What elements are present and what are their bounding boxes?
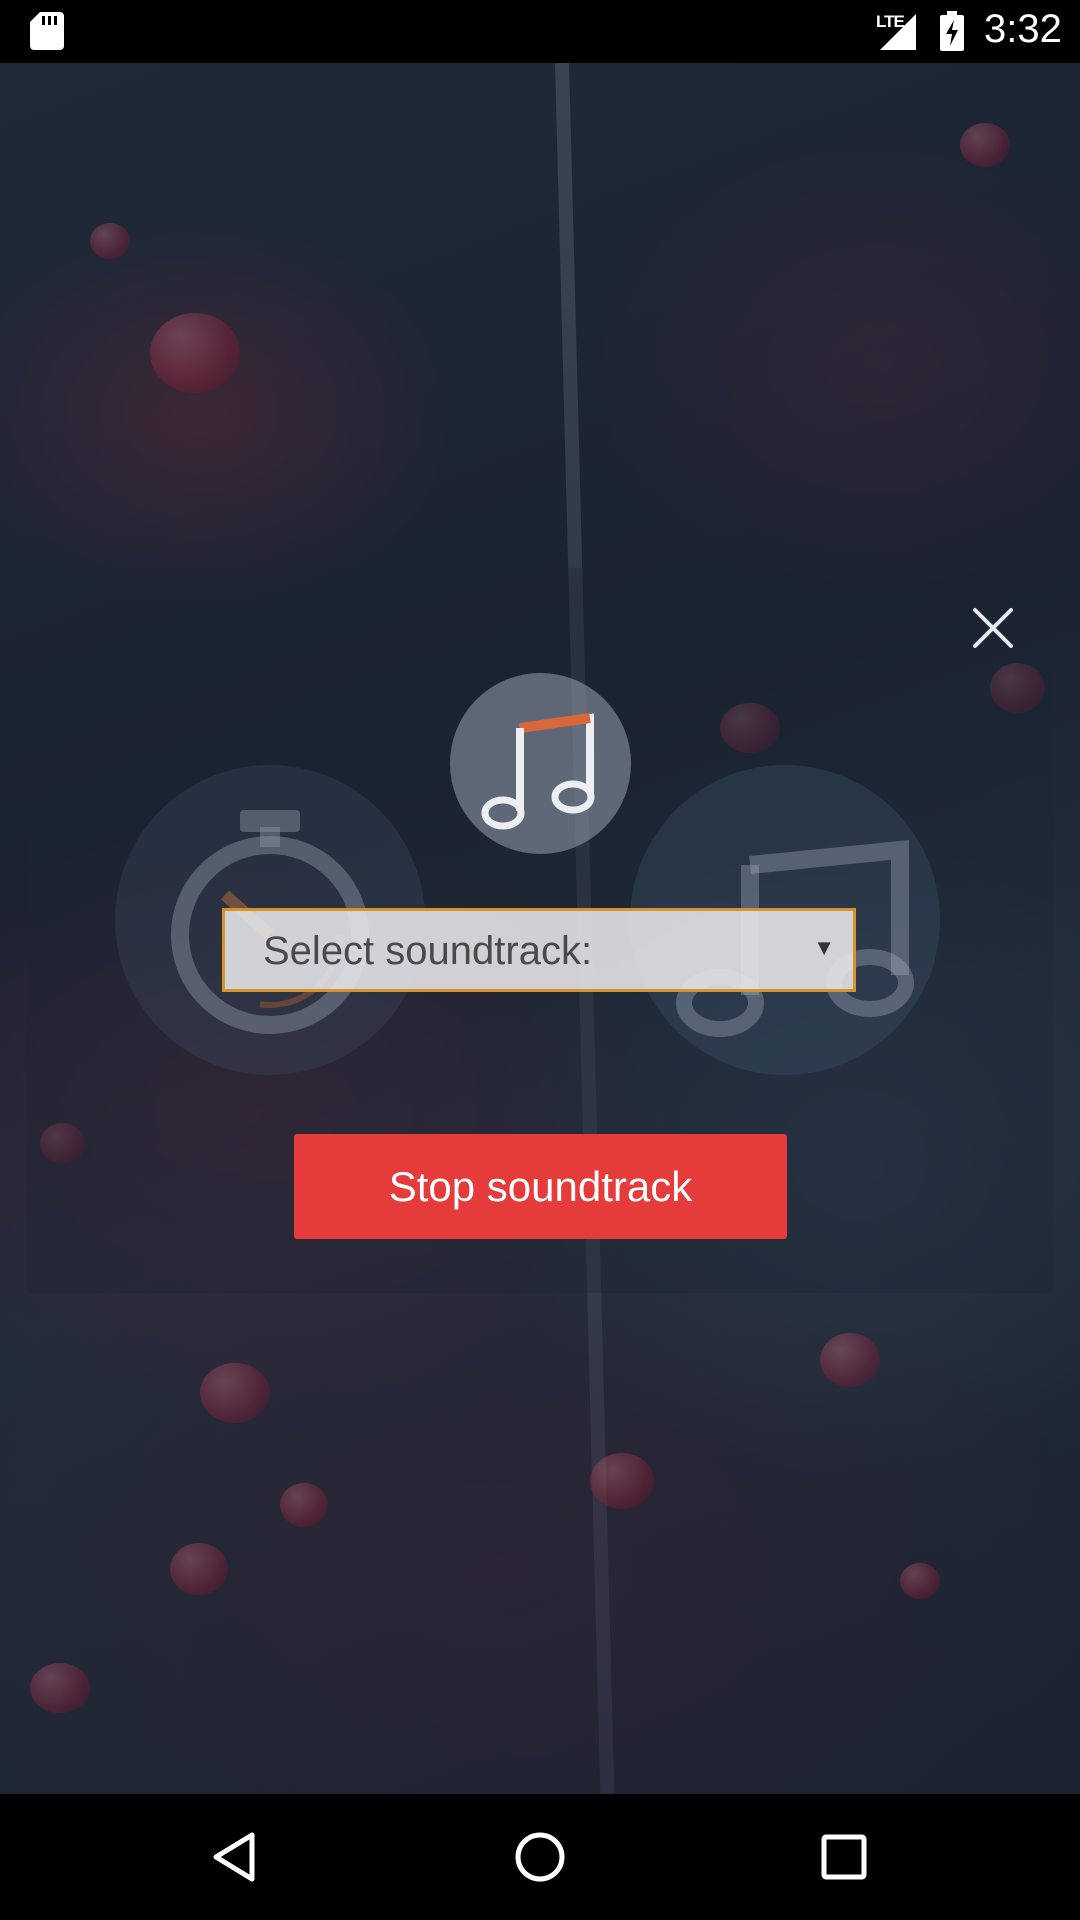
select-placeholder: Select soundtrack: — [263, 929, 593, 973]
clock: 3:32 — [984, 7, 1062, 51]
music-note-icon — [481, 713, 595, 830]
water-drop — [280, 1483, 328, 1527]
music-header-badge — [450, 673, 631, 854]
back-icon[interactable] — [206, 1827, 266, 1887]
water-drop — [590, 1453, 654, 1509]
soundtrack-select[interactable]: Select soundtrack: ▼ — [222, 908, 856, 992]
water-drop — [200, 1363, 270, 1423]
signal-icon — [880, 14, 916, 50]
status-bar: LTE 3:32 — [0, 0, 1080, 63]
water-drop — [820, 1333, 880, 1387]
water-drop — [30, 1663, 90, 1713]
water-drop — [90, 223, 130, 259]
sd-card-icon — [30, 12, 64, 50]
battery-charging-icon — [940, 11, 964, 51]
water-drop — [900, 1563, 940, 1599]
water-drop — [150, 313, 240, 393]
stop-soundtrack-button[interactable]: Stop soundtrack — [294, 1134, 787, 1239]
water-drop — [960, 123, 1010, 167]
navigation-bar — [0, 1794, 1080, 1920]
dropdown-arrow-icon: ▼ — [813, 935, 835, 960]
home-icon[interactable] — [510, 1827, 570, 1887]
close-button[interactable] — [965, 600, 1021, 656]
recents-icon[interactable] — [814, 1827, 874, 1887]
water-drop — [170, 1543, 228, 1595]
close-icon — [973, 608, 1013, 648]
